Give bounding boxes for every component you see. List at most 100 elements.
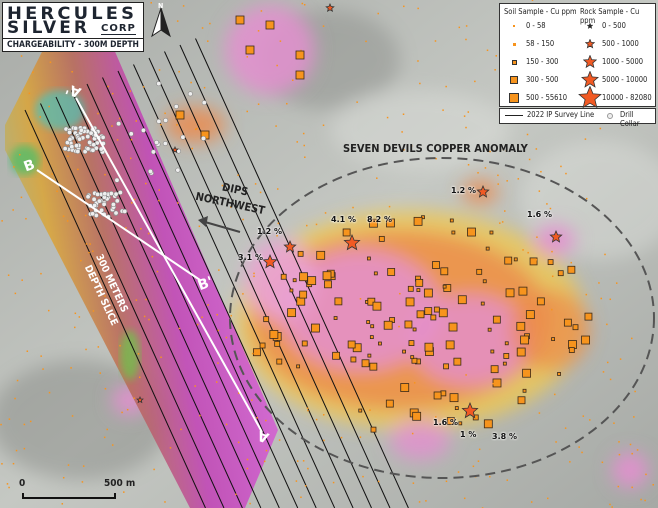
soil-sample [160,123,162,126]
soil-sample [538,190,541,192]
soil-sample [322,414,325,416]
soil-sample [547,497,549,500]
soil-sample [225,336,228,339]
soil-sample [618,453,621,456]
drill-collar [67,136,73,142]
drill-collar [62,146,68,152]
soil-sample [322,271,332,281]
soil-sample [535,258,538,261]
soil-sample [20,196,23,199]
soil-sample [249,502,251,505]
soil-sample [516,347,526,357]
drill-collar [114,198,120,204]
soil-sample [190,81,192,84]
soil-sample [265,20,275,30]
soil-sample [365,40,367,43]
soil-sample [617,485,620,488]
drill-collar [156,81,162,87]
soil-sample [265,449,268,452]
soil-sample [387,268,396,276]
soil-sample [373,271,378,276]
soil-sample [602,371,605,373]
soil-sample [235,493,237,496]
soil-sample [361,359,370,368]
drill-collar [201,100,207,106]
soil-sample [153,468,155,471]
soil-sample [1,220,3,222]
soil-sample [164,112,166,115]
soil-sample [589,419,591,421]
soil-sample [522,388,527,393]
soil-sample [164,501,166,503]
rock-legend-label: 1000 - 5000 [602,57,644,66]
soil-sample [62,215,65,218]
soil-sample [295,480,298,482]
soil-sample [218,269,220,271]
soil-sample [269,330,279,339]
soil-sample-icon [511,59,517,65]
soil-sample [139,376,141,379]
soil-sample [386,116,389,119]
soil-sample [554,393,556,396]
drill-collar [113,191,119,197]
soil-sample [403,5,405,8]
soil-sample [156,270,159,273]
drill-collar [162,141,168,147]
soil-sample [356,101,358,103]
soil-sample [517,396,526,405]
drill-collar [122,208,128,214]
soil-sample [585,197,588,200]
soil-sample [440,267,449,276]
soil-sample [522,368,532,378]
soil-sample [13,166,15,168]
title-block: HERCULES SILVER CORP CHARGEABILITY - 300… [2,2,144,52]
soil-sample [287,308,297,318]
soil-sample [201,316,203,319]
soil-sample [0,423,2,426]
soil-sample [547,259,554,266]
soil-sample [333,316,338,320]
soil-sample [74,326,76,329]
drill-collar [91,142,97,148]
soil-sample [584,138,587,140]
soil-sample [601,461,604,464]
soil-sample [242,218,244,221]
soil-sample [143,315,146,318]
drill-collar [77,136,83,142]
soil-sample [492,378,502,388]
soil-sample [480,301,485,306]
soil-sample [71,415,74,417]
soil-sample [407,285,414,292]
soil-sample [201,27,204,29]
soil-sample [176,124,178,126]
soil-sample [40,272,42,275]
soil-sample [567,265,576,274]
soil-sample [8,486,10,489]
drill-collar [108,190,114,196]
soil-sample [536,236,538,238]
soil-sample [66,220,69,222]
soil-sample [67,155,69,158]
soil-sample [150,2,152,4]
drill-collar [78,127,84,133]
drill-collar [72,125,78,131]
soil-sample [311,323,320,333]
soil-sample [296,460,299,462]
drill-collar [187,91,193,97]
soil-sample [332,351,340,360]
soil-sample [158,199,160,202]
soil-sample [490,365,499,374]
soil-sample [538,412,541,414]
assay-label: 1.6 % [433,418,458,427]
drill-collar [74,143,80,149]
soil-sample [289,288,294,293]
soil-sample [299,290,308,299]
soil-sample [347,340,356,349]
soil-sample [104,387,107,390]
soil-sample [609,378,612,381]
soil-sample [279,40,282,42]
soil-sample [402,113,405,115]
soil-sample [315,223,318,226]
soil-sample [246,467,249,470]
soil-sample [217,362,219,364]
